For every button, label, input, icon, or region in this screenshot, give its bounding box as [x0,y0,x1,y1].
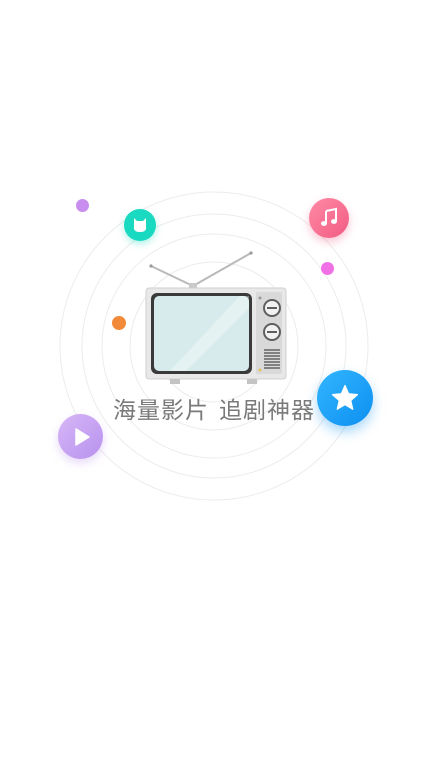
decorative-dot-magenta [321,262,334,275]
cat-face-icon [134,218,146,232]
decorative-dot-purple [76,199,89,212]
slogan-part-1: 海量影片 [113,398,209,424]
decorative-dot-orange [112,316,126,330]
music-note-icon [321,207,337,226]
television-icon [145,251,287,384]
splash-screen: 海量影片 追剧神器 [0,0,428,760]
play-icon [74,427,90,446]
cat-face-badge [124,209,156,241]
music-badge [309,198,349,238]
play-badge [58,414,103,459]
slogan-part-2: 追剧神器 [219,398,315,424]
